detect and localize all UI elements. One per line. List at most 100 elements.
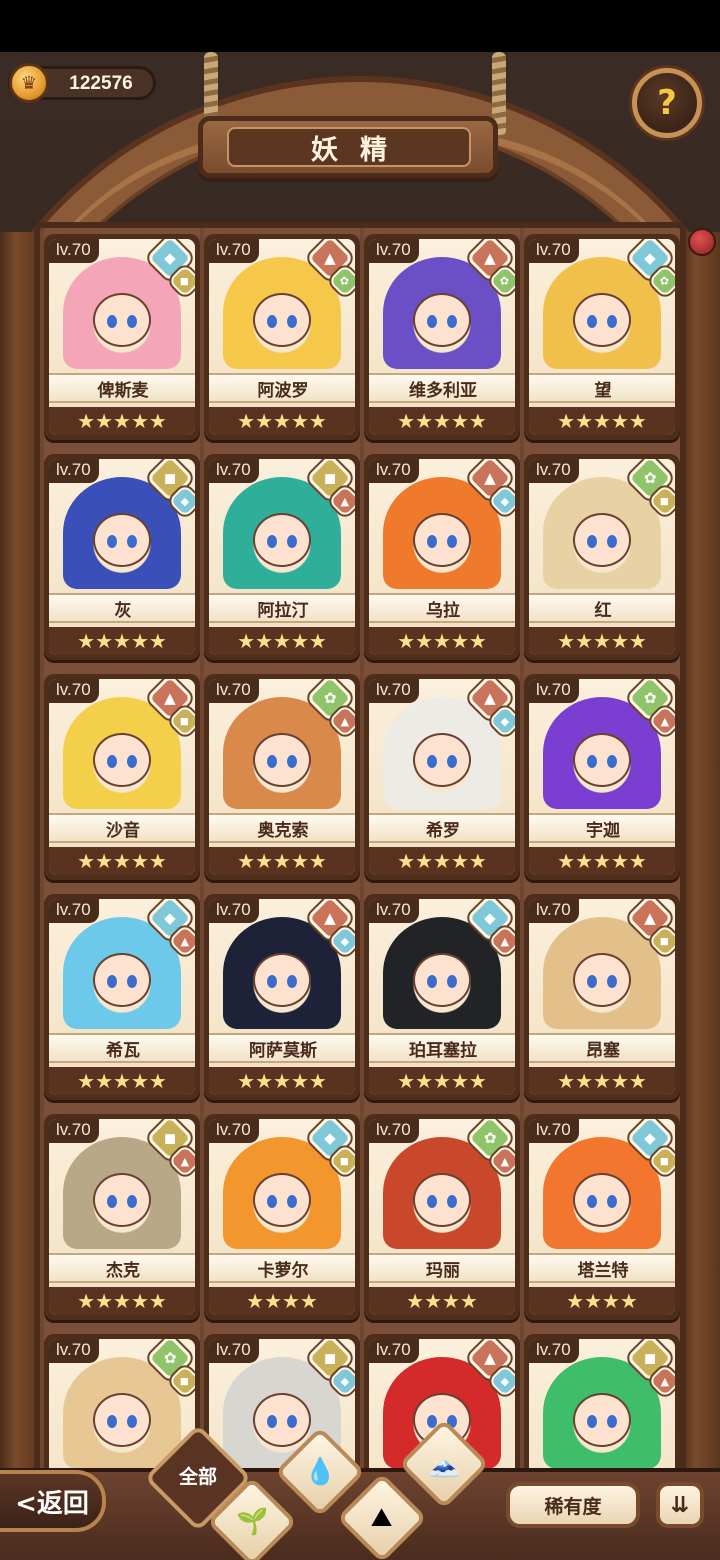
fairy-card-inner: lv.70 ▲ ◼ 沙音 ★★★★★ [49,679,195,875]
fairy-eye [267,535,277,548]
back-button[interactable]: <返回 [0,1470,106,1532]
fairy-face [253,1393,311,1447]
fairy-eye [127,315,137,328]
fairy-stars: ★★★★★ [369,627,515,655]
fairy-stars: ★★★★★ [49,847,195,875]
fairy-card[interactable]: lv.70 ▲ ✿ 阿波罗 ★★★★★ [204,234,360,440]
fairy-card[interactable]: lv.70 ◼ ▲ 阿拉汀 ★★★★★ [204,454,360,660]
flame-mountain-icon: ▲ [484,688,496,707]
fairy-stars: ★★★★★ [369,1067,515,1095]
fairy-card[interactable]: lv.70 ◆ ◼ 塔兰特 ★★★★ [524,1114,680,1320]
fairy-eye [107,1195,117,1208]
rock-icon: ⛰ [371,1502,393,1533]
sprout-icon: ✿ [340,274,350,288]
fairy-card-inner: lv.70 ✿ ◼ 红 ★★★★★ [529,459,675,655]
fairy-face [413,513,471,567]
droplet-icon: ◆ [500,1374,510,1388]
fairy-card[interactable]: lv.70 ◼ ▲ [524,1334,680,1473]
fairy-face [93,1393,151,1447]
droplet-icon: ◆ [500,714,510,728]
fairy-card-inner: lv.70 ◆ ◼ 塔兰特 ★★★★ [529,1119,675,1315]
title-sign: 妖精 [198,116,498,178]
fairy-eye [427,1195,437,1208]
sort-order-button[interactable]: ⇊ [656,1482,704,1528]
fairy-eye [287,755,297,768]
droplet-icon: ◆ [164,248,176,267]
fairy-eye [107,315,117,328]
fairy-name: 阿萨莫斯 [209,1033,355,1063]
fairy-eye [607,1195,617,1208]
fairy-card[interactable]: lv.70 ▲ ◼ 沙音 ★★★★★ [44,674,200,880]
fairy-name: 维多利亚 [369,373,515,403]
fairy-card[interactable]: lv.70 ✿ ▲ 玛丽 ★★★★ [364,1114,520,1320]
sprout-icon: ✿ [323,688,337,707]
fairy-face [573,293,631,347]
ladybug-icon[interactable] [688,228,716,256]
fairy-face [573,953,631,1007]
flame-mountain-icon: ▲ [660,714,670,728]
sort-rarity-button[interactable]: 稀有度 [506,1482,640,1528]
fairy-card[interactable]: lv.70 ◆ ▲ 希瓦 ★★★★★ [44,894,200,1100]
fairy-level: lv.70 [49,679,99,703]
fairy-level: lv.70 [49,1119,99,1143]
fairy-face [93,953,151,1007]
droplet-icon: ◆ [180,494,190,508]
fairy-eye [267,755,277,768]
fairy-face [413,1173,471,1227]
fairy-name: 俾斯麦 [49,373,195,403]
fairy-card[interactable]: lv.70 ✿ ◼ 红 ★★★★★ [524,454,680,660]
fairy-card[interactable]: lv.70 ◼ ◆ 灰 ★★★★★ [44,454,200,660]
fairy-name: 阿拉汀 [209,593,355,623]
fairy-card[interactable]: lv.70 ◼ ▲ 杰克 ★★★★★ [44,1114,200,1320]
fairy-eye [427,535,437,548]
rock-icon: ◼ [180,714,190,728]
fairy-level: lv.70 [209,1339,259,1363]
fairy-card[interactable]: lv.70 ▲ ◼ 昂塞 ★★★★★ [524,894,680,1100]
fairy-name: 灰 [49,593,195,623]
droplet-icon: ◆ [164,908,176,927]
flame-mountain-icon: ▲ [484,1348,496,1367]
fairy-name: 玛丽 [369,1253,515,1283]
fairy-card-inner: lv.70 ◼ ▲ 阿拉汀 ★★★★★ [209,459,355,655]
fairy-name: 希瓦 [49,1033,195,1063]
fairy-card[interactable]: lv.70 ◆ ✿ 望 ★★★★★ [524,234,680,440]
fairy-stars: ★★★★★ [369,847,515,875]
fairy-card-inner: lv.70 ◆ ◼ 俾斯麦 ★★★★★ [49,239,195,435]
fairy-eye [447,315,457,328]
fairy-stars: ★★★★★ [49,1067,195,1095]
fairy-face [253,1173,311,1227]
droplet-icon: 💧 [303,1457,337,1487]
fairy-card[interactable]: lv.70 ▲ ✿ 维多利亚 ★★★★★ [364,234,520,440]
fairy-level: lv.70 [529,679,579,703]
fairy-card[interactable]: lv.70 ◆ ▲ 珀耳塞拉 ★★★★★ [364,894,520,1100]
fairy-level: lv.70 [49,1339,99,1363]
filter-all-label: 全部 [178,1466,217,1488]
fairy-card[interactable]: lv.70 ▲ ◆ 阿萨莫斯 ★★★★★ [204,894,360,1100]
fairy-level: lv.70 [369,459,419,483]
fairy-card[interactable]: lv.70 ◆ ◼ 俾斯麦 ★★★★★ [44,234,200,440]
fairy-card[interactable]: lv.70 ▲ ◆ 乌拉 ★★★★★ [364,454,520,660]
coin-value: 122576 [69,73,133,94]
fairy-eye [107,755,117,768]
fairy-face [93,513,151,567]
fairy-card[interactable]: lv.70 ✿ ▲ 宇迦 ★★★★★ [524,674,680,880]
fairy-card[interactable]: lv.70 ▲ ◆ 希罗 ★★★★★ [364,674,520,880]
droplet-icon: ◆ [340,934,350,948]
fairy-eye [287,535,297,548]
help-button[interactable]: ? [632,68,702,138]
fairy-card[interactable]: lv.70 ✿ ▲ 奥克索 ★★★★★ [204,674,360,880]
fairy-eye [267,975,277,988]
fairy-stars: ★★★★★ [209,847,355,875]
fairy-level: lv.70 [369,239,419,263]
fairy-level: lv.70 [49,899,99,923]
fairy-eye [267,1195,277,1208]
fairy-eye [267,1415,277,1428]
droplet-icon: ◆ [484,908,496,927]
rock-icon: ◼ [660,494,670,508]
fairy-card-inner: lv.70 ▲ ◆ 希罗 ★★★★★ [369,679,515,875]
fairy-level: lv.70 [529,1339,579,1363]
fairy-card[interactable]: lv.70 ◆ ◼ 卡萝尔 ★★★★ [204,1114,360,1320]
fairy-eye [607,1415,617,1428]
fairy-collection-scene: ♛ 122576 妖精 ? lv.70 ◆ ◼ 俾斯麦 ★★★★★ lv.70 … [0,52,720,1560]
rock-icon: ◼ [660,1154,670,1168]
